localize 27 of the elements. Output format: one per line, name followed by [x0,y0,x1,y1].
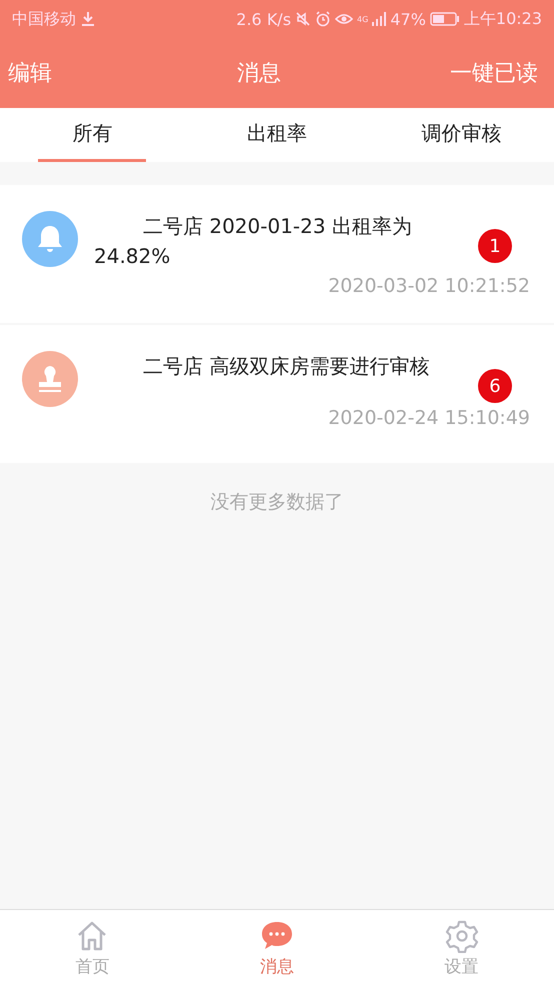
network-speed: 2.6 K/s [236,10,292,28]
battery-icon [430,12,460,26]
alarm-icon [315,11,332,27]
clock: 上午10:23 [464,8,542,30]
bell-icon [22,211,78,267]
battery-percent: 47% [390,10,426,28]
signal-icon [372,12,386,26]
download-icon [80,11,96,27]
eye-icon [335,11,354,27]
message-time: 2020-02-24 15:10:49 [328,407,530,429]
tab[interactable]: 调价审核 [388,108,536,162]
no-more-data-text: 没有更多数据了 [210,490,344,515]
unread-count: 1 [478,229,512,263]
page-title: 消息 [237,60,281,88]
settings-icon [444,918,479,952]
tab[interactable]: 所有 [38,108,146,162]
carrier-name: 中国移动 [12,8,76,30]
message-card[interactable]: 二号店 2020-01-23 出租率为 24.82% 1 2020-03-02 10:21:52 [0,185,554,323]
message-text: 二号店 高级双床房需要进行审核 [142,353,430,380]
message-time: 2020-03-02 10:21:52 [328,275,530,297]
unread-count: 6 [478,369,512,403]
message-card[interactable]: 二号店 高级双床房需要进行审核 6 2020-02-24 15:10:49 [0,325,554,463]
network-type: 4G [357,14,368,24]
stamp-icon [22,351,78,407]
mute-icon [295,11,312,27]
tab[interactable]: 出租率 [213,108,341,162]
message-text: 二号店 2020-01-23 出租率为 24.82% [94,213,413,270]
